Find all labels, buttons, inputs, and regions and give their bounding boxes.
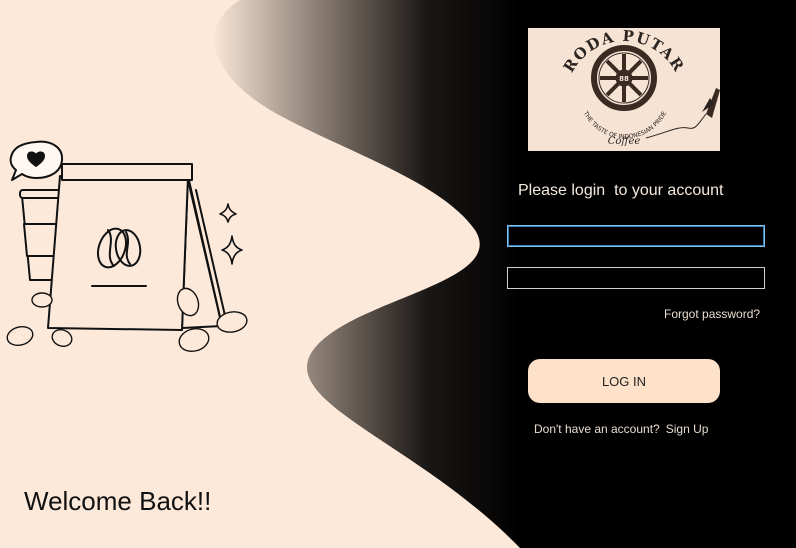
heart-bubble-icon [9, 140, 64, 181]
welcome-heading: Welcome Back!! [24, 486, 212, 516]
login-screen: Welcome Back!! RODA PUTAR 88 THE TASTE O… [0, 0, 796, 548]
signup-link[interactable]: Sign Up [666, 422, 709, 436]
fountain-pen-icon [645, 88, 720, 139]
username-input[interactable] [507, 225, 765, 247]
signup-prompt: Don't have an account? Sign Up [534, 422, 708, 436]
coffee-bag-icon [47, 163, 227, 331]
brand-script: Coffee [608, 136, 641, 147]
no-account-text: Don't have an account? [534, 422, 660, 436]
brand-logo: RODA PUTAR 88 THE TASTE OF INDONESIAN PR… [528, 28, 720, 151]
login-button[interactable]: LOG IN [528, 359, 720, 403]
forgot-password-link[interactable]: Forgot password? [664, 307, 760, 321]
brand-number: 88 [619, 75, 629, 83]
sparkle-icon [219, 203, 243, 265]
password-input[interactable] [507, 267, 765, 289]
coffee-illustration [6, 140, 248, 353]
login-title: Please login to your account [518, 182, 724, 199]
